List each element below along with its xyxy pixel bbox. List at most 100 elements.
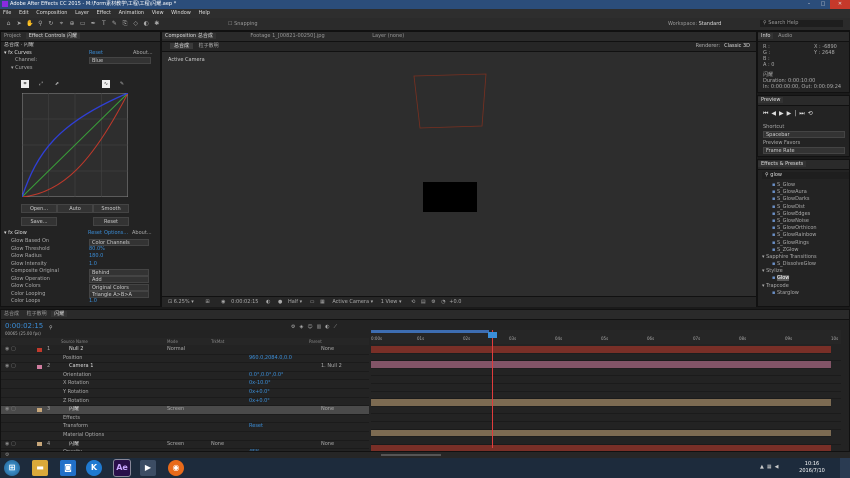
zoom-slider[interactable] [381, 454, 441, 456]
effect-item[interactable]: ▪ S_GlowNoise [762, 218, 848, 225]
glow-prop-value[interactable]: 180.0 [89, 253, 103, 261]
header-parent[interactable]: Parent [309, 338, 322, 345]
visibility-icon[interactable]: ◉ ▢ [5, 363, 16, 371]
glow-prop-value[interactable]: 1.0 [89, 298, 97, 306]
property-row[interactable]: X Rotation 0x-10.0° [1, 380, 369, 389]
glow-about-link[interactable]: About... [132, 230, 152, 238]
zoom-tool-icon[interactable]: ⚲ [37, 20, 44, 27]
glow-prop-row[interactable]: Glow Based On Color Channels [1, 238, 159, 246]
glow-prop-row[interactable]: Glow Colors Original Colors [1, 283, 159, 291]
camera-view-dropdown[interactable]: Active Camera ▾ [332, 299, 373, 305]
effect-item[interactable]: ▪ S_GlowOrthicon [762, 225, 848, 232]
effect-item[interactable]: ▪ S_GlowDist [762, 204, 848, 211]
show-snapshot-icon[interactable]: ◐ [266, 299, 270, 305]
glow-prop-dropdown[interactable]: Behind [89, 268, 149, 276]
layer-color-label[interactable] [37, 347, 42, 352]
explorer-icon[interactable]: ▬ [32, 460, 48, 476]
curves-reset-button[interactable]: Reset [93, 217, 129, 226]
layer-row[interactable]: ◉ ▢ 1 Null 2 Normal None [1, 346, 369, 355]
curve-bezier-tool-icon[interactable]: ∿ [102, 80, 110, 88]
property-value[interactable]: 0x-10.0° [249, 380, 271, 388]
property-row[interactable]: Transform Reset [1, 423, 369, 432]
curve-point-tool-icon[interactable]: ⌗ [21, 80, 29, 88]
timeline-search-icon[interactable]: ⚲ [49, 325, 53, 331]
menu-help[interactable]: Help [198, 10, 209, 16]
tab-timeline-particle[interactable]: 粒子散明 [24, 311, 50, 317]
roto-tool-icon[interactable]: ◐ [143, 20, 150, 27]
pen-tool-icon[interactable]: ✒ [90, 20, 97, 27]
subtab-main-comp[interactable]: 总合成 [170, 43, 194, 49]
curves-save-button[interactable]: Save... [21, 217, 57, 226]
shortcut-dropdown[interactable]: Spacebar [763, 131, 845, 138]
layer-mode-dropdown[interactable]: Normal [167, 346, 185, 354]
preview-favors-dropdown[interactable]: Frame Rate [763, 147, 845, 154]
tab-project[interactable]: Project [1, 33, 24, 39]
after-effects-taskbar-icon[interactable]: Ae [113, 459, 131, 477]
tray-expand-icon[interactable]: ▲ [760, 464, 767, 470]
curves-smooth-button[interactable]: Smooth [93, 204, 129, 213]
roi-icon[interactable]: ▭ [310, 299, 315, 305]
graph-editor-icon[interactable]: ⟋ [334, 324, 342, 330]
property-row[interactable]: Position 960.0,2084.0,0.0 [1, 355, 369, 364]
effect-item[interactable]: ▪ S_GlowDarks [762, 196, 848, 203]
property-value[interactable]: 960.0,2084.0,0.0 [249, 355, 292, 363]
curves-auto-button[interactable]: Auto [57, 204, 93, 213]
maximize-button[interactable]: □ [816, 0, 830, 9]
network-icon[interactable]: ▦ [767, 464, 775, 470]
effect-item[interactable]: ▪ S_ZGlow [762, 247, 848, 254]
visibility-icon[interactable]: ◉ ▢ [5, 346, 16, 354]
channel-dropdown[interactable]: Blue [89, 57, 151, 64]
glow-prop-dropdown[interactable]: Triangle A>B>A [89, 291, 149, 298]
motion-blur-icon[interactable]: ◐ [325, 324, 333, 330]
workspace-selector[interactable]: Workspace: Standard [668, 21, 721, 27]
layer-parent-dropdown[interactable]: None [321, 346, 334, 354]
tab-effects-presets[interactable]: Effects & Presets [758, 161, 807, 167]
header-trkmat[interactable]: TrkMat [211, 338, 224, 345]
glow-prop-row[interactable]: Color Loops 1.0 [1, 298, 159, 306]
rotate-tool-icon[interactable]: ↻ [47, 20, 54, 27]
property-track[interactable] [371, 406, 841, 415]
property-row[interactable]: Orientation 0.0°,0.0°,0.0° [1, 372, 369, 381]
curves-graph[interactable] [22, 93, 128, 197]
menu-view[interactable]: View [152, 10, 164, 16]
layer-mode-dropdown[interactable]: Screen [167, 406, 184, 414]
layer-parent-dropdown[interactable]: None [321, 406, 334, 414]
property-row[interactable]: Z Rotation 0x+0.0° [1, 398, 369, 407]
effect-item[interactable]: ▪ Starglow [762, 290, 848, 297]
glow-prop-dropdown[interactable]: Original Colors [89, 283, 149, 291]
flowchart-icon[interactable]: ⚙ [431, 299, 435, 305]
minimize-button[interactable]: – [802, 0, 816, 9]
glow-reset-link[interactable]: Reset [88, 230, 102, 238]
eraser-tool-icon[interactable]: ◇ [132, 20, 139, 27]
effect-item[interactable]: ▪ S_GlowEdges [762, 211, 848, 218]
glow-effect-row[interactable]: ▾ fx Glow Reset Options... About... [4, 230, 159, 238]
glow-prop-row[interactable]: Glow Intensity 1.0 [1, 261, 159, 269]
playhead-handle[interactable] [488, 332, 497, 338]
snapping-toggle[interactable]: ☐ Snapping [228, 21, 258, 27]
curves-about-link[interactable]: About... [133, 50, 153, 58]
camera-tool-icon[interactable]: ⌖ [58, 20, 65, 27]
glow-options-link[interactable]: Options... [104, 230, 128, 238]
layer-parent-dropdown[interactable]: 1. Null 2 [321, 363, 342, 371]
curves-effect-row[interactable]: ▾ fx Curves Reset About... [1, 50, 160, 58]
search-help-input[interactable]: ⚲ Search Help [760, 20, 843, 27]
prev-frame-icon[interactable]: ◀ [771, 110, 779, 117]
layer-track-bar[interactable] [371, 429, 831, 438]
media-player-icon[interactable]: ▶ [140, 460, 156, 476]
property-value[interactable]: 0x+0.0° [249, 398, 270, 406]
layer-track-bar[interactable] [371, 346, 831, 354]
effect-item[interactable]: ▪ S_GlowRainbow [762, 232, 848, 239]
property-row[interactable]: Effects [1, 415, 369, 424]
glow-prop-row[interactable]: Color Looping Triangle A>B>A [1, 291, 159, 298]
browser-icon[interactable]: ◉ [168, 460, 184, 476]
exposure-value[interactable]: +0.0 [449, 299, 461, 305]
glow-prop-row[interactable]: Glow Threshold 80.0% [1, 246, 159, 254]
property-track[interactable] [371, 437, 841, 445]
loop-icon[interactable]: ⟲ [808, 110, 816, 117]
camera-snapshot-icon[interactable]: ◉ [221, 299, 225, 305]
layer-row[interactable]: ◉ ▢ 2 Camera 1 1. Null 2 [1, 363, 369, 372]
layer-track-bar[interactable] [371, 361, 831, 369]
last-frame-icon[interactable]: ⏭ [799, 110, 807, 117]
brush-tool-icon[interactable]: ✎ [111, 20, 118, 27]
effect-group[interactable]: ▾ Trapcode [762, 283, 848, 290]
